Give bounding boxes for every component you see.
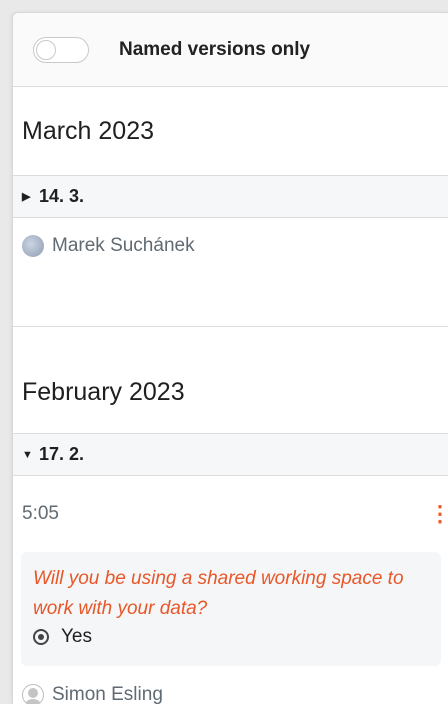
version-history-panel: Named versions only March 2023 ▶ 14. 3. … bbox=[12, 12, 448, 704]
version-time: 5:05 bbox=[22, 503, 59, 524]
version-author: Marek Suchánek bbox=[13, 218, 448, 274]
question-text: Will you be using a shared working space… bbox=[33, 568, 404, 619]
version-header: 5:05 ⋮ bbox=[13, 476, 448, 552]
toggle-knob bbox=[36, 39, 56, 60]
day-label: 17. 2. bbox=[39, 444, 85, 464]
answer-row: Yes bbox=[33, 626, 429, 648]
caret-down-icon: ▼ bbox=[22, 448, 33, 461]
author-name: Marek Suchánek bbox=[52, 235, 195, 256]
month-heading: February 2023 bbox=[13, 326, 448, 434]
more-options-icon[interactable]: ⋮ bbox=[429, 503, 448, 525]
month-heading: March 2023 bbox=[13, 87, 448, 176]
day-row-17-2[interactable]: ▼ 17. 2. bbox=[13, 434, 448, 476]
version-author: Simon Esling bbox=[13, 666, 448, 704]
toggle-label: Named versions only bbox=[119, 38, 311, 60]
author-name: Simon Esling bbox=[52, 684, 163, 704]
caret-right-icon: ▶ bbox=[22, 191, 31, 203]
filter-bar: Named versions only bbox=[13, 13, 448, 87]
answer-card: Will you be using a shared working space… bbox=[21, 552, 441, 666]
day-label: 14. 3. bbox=[39, 186, 85, 206]
answer-text: Yes bbox=[61, 626, 92, 647]
day-row-14-3[interactable]: ▶ 14. 3. bbox=[13, 176, 448, 218]
user-icon bbox=[22, 684, 44, 704]
avatar bbox=[22, 235, 44, 257]
radio-selected-icon bbox=[33, 629, 49, 645]
named-versions-toggle[interactable] bbox=[33, 36, 89, 63]
